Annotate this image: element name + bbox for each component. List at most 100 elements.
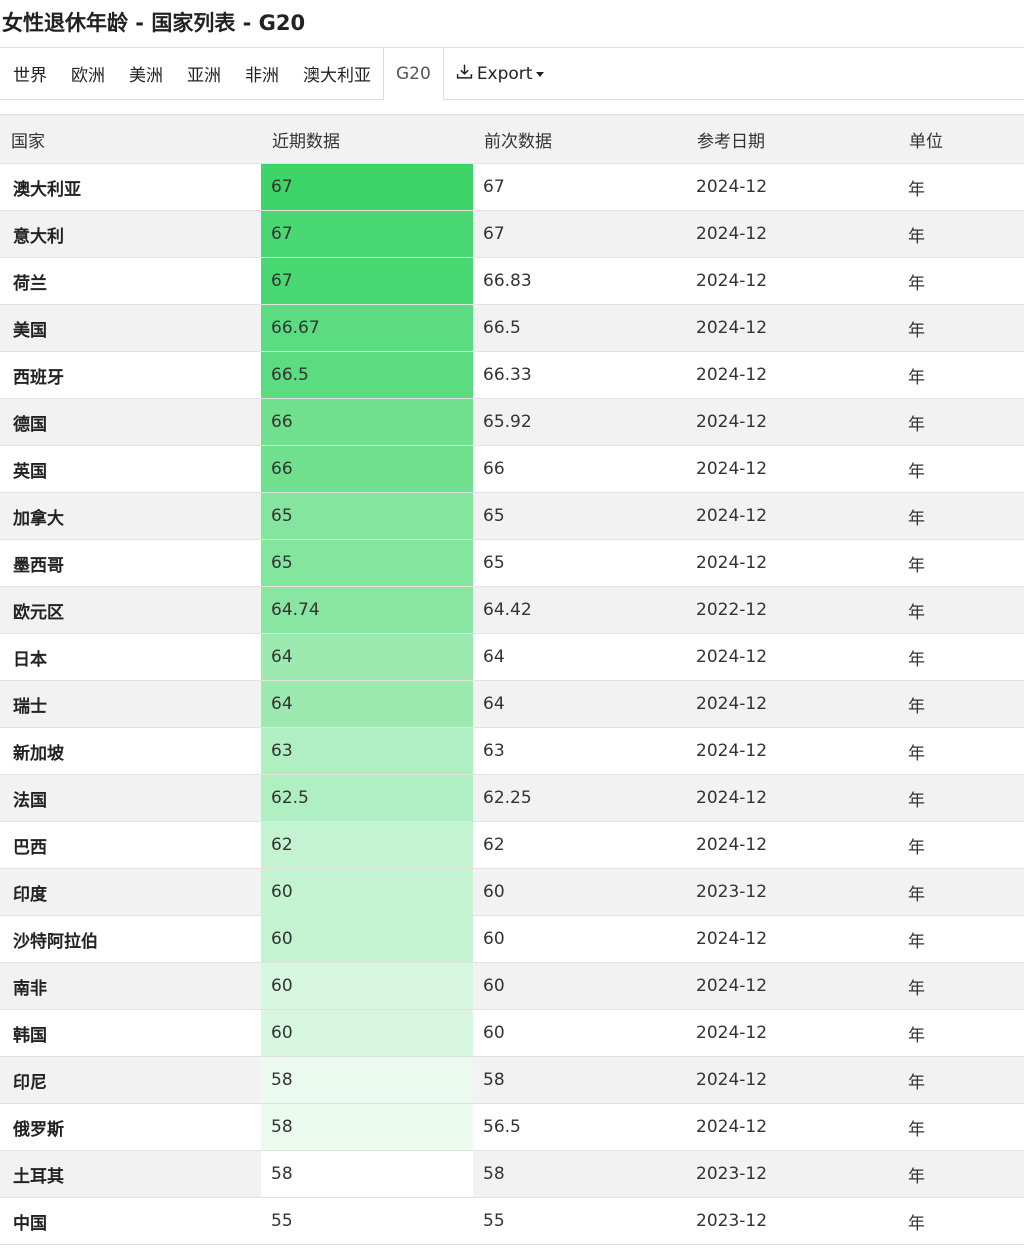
country-link[interactable]: 法国 — [0, 774, 261, 822]
table-row[interactable]: 意大利 67 67 2024-12 年 — [0, 210, 1024, 258]
table-row[interactable]: 日本 64 64 2024-12 年 — [0, 633, 1024, 681]
reference-date: 2024-12 — [686, 915, 898, 963]
unit-label: 年 — [898, 1103, 1024, 1151]
reference-date: 2024-12 — [686, 1056, 898, 1104]
previous-value: 65 — [473, 539, 686, 587]
tab-asia[interactable]: 亚洲 — [175, 48, 233, 99]
latest-value: 65 — [261, 492, 473, 540]
country-link[interactable]: 欧元区 — [0, 586, 261, 634]
header-latest[interactable]: 近期数据 — [261, 114, 473, 164]
header-previous[interactable]: 前次数据 — [473, 114, 686, 164]
tab-americas[interactable]: 美洲 — [117, 48, 175, 99]
table-row[interactable]: 瑞士 64 64 2024-12 年 — [0, 680, 1024, 728]
country-link[interactable]: 新加坡 — [0, 727, 261, 775]
table-row[interactable]: 沙特阿拉伯 60 60 2024-12 年 — [0, 915, 1024, 963]
latest-value: 64.74 — [261, 586, 473, 634]
export-dropdown-button[interactable]: Export — [444, 48, 557, 99]
previous-value: 66.5 — [473, 304, 686, 352]
latest-value: 62.5 — [261, 774, 473, 822]
country-link[interactable]: 沙特阿拉伯 — [0, 915, 261, 963]
header-country[interactable]: 国家 — [0, 114, 261, 164]
table-row[interactable]: 新加坡 63 63 2024-12 年 — [0, 727, 1024, 775]
reference-date: 2023-12 — [686, 1150, 898, 1198]
table-row[interactable]: 印度 60 60 2023-12 年 — [0, 868, 1024, 916]
country-link[interactable]: 印度 — [0, 868, 261, 916]
latest-value: 65 — [261, 539, 473, 587]
latest-value: 55 — [261, 1197, 473, 1245]
table-row[interactable]: 荷兰 67 66.83 2024-12 年 — [0, 257, 1024, 305]
table-row[interactable]: 南非 60 60 2024-12 年 — [0, 962, 1024, 1010]
latest-value: 64 — [261, 633, 473, 681]
tab-world[interactable]: 世界 — [0, 48, 59, 99]
latest-value: 67 — [261, 257, 473, 305]
table-row[interactable]: 澳大利亚 67 67 2024-12 年 — [0, 163, 1024, 211]
table-row[interactable]: 西班牙 66.5 66.33 2024-12 年 — [0, 351, 1024, 399]
latest-value: 66.67 — [261, 304, 473, 352]
latest-value: 63 — [261, 727, 473, 775]
previous-value: 62.25 — [473, 774, 686, 822]
tab-australia[interactable]: 澳大利亚 — [291, 48, 383, 99]
reference-date: 2024-12 — [686, 1103, 898, 1151]
unit-label: 年 — [898, 445, 1024, 493]
reference-date: 2023-12 — [686, 868, 898, 916]
table-row[interactable]: 印尼 58 58 2024-12 年 — [0, 1056, 1024, 1104]
table-row[interactable]: 德国 66 65.92 2024-12 年 — [0, 398, 1024, 446]
latest-value: 62 — [261, 821, 473, 869]
previous-value: 66.83 — [473, 257, 686, 305]
header-unit[interactable]: 单位 — [898, 114, 1024, 164]
country-link[interactable]: 印尼 — [0, 1056, 261, 1104]
country-link[interactable]: 美国 — [0, 304, 261, 352]
previous-value: 62 — [473, 821, 686, 869]
table-row[interactable]: 加拿大 65 65 2024-12 年 — [0, 492, 1024, 540]
country-link[interactable]: 日本 — [0, 633, 261, 681]
country-link[interactable]: 瑞士 — [0, 680, 261, 728]
reference-date: 2024-12 — [686, 727, 898, 775]
unit-label: 年 — [898, 915, 1024, 963]
latest-value: 60 — [261, 962, 473, 1010]
table-row[interactable]: 中国 55 55 2023-12 年 — [0, 1197, 1024, 1245]
table-row[interactable]: 巴西 62 62 2024-12 年 — [0, 821, 1024, 869]
table-row[interactable]: 英国 66 66 2024-12 年 — [0, 445, 1024, 493]
unit-label: 年 — [898, 774, 1024, 822]
tab-europe[interactable]: 欧洲 — [59, 48, 117, 99]
table-row[interactable]: 土耳其 58 58 2023-12 年 — [0, 1150, 1024, 1198]
country-link[interactable]: 墨西哥 — [0, 539, 261, 587]
reference-date: 2024-12 — [686, 257, 898, 305]
latest-value: 66.5 — [261, 351, 473, 399]
table-row[interactable]: 欧元区 64.74 64.42 2022-12 年 — [0, 586, 1024, 634]
tab-g20[interactable]: G20 — [383, 48, 444, 100]
country-link[interactable]: 巴西 — [0, 821, 261, 869]
unit-label: 年 — [898, 398, 1024, 446]
country-link[interactable]: 俄罗斯 — [0, 1103, 261, 1151]
country-link[interactable]: 韩国 — [0, 1009, 261, 1057]
latest-value: 66 — [261, 398, 473, 446]
country-link[interactable]: 中国 — [0, 1197, 261, 1245]
previous-value: 63 — [473, 727, 686, 775]
country-link[interactable]: 荷兰 — [0, 257, 261, 305]
previous-value: 60 — [473, 1009, 686, 1057]
table-row[interactable]: 美国 66.67 66.5 2024-12 年 — [0, 304, 1024, 352]
country-link[interactable]: 意大利 — [0, 210, 261, 258]
unit-label: 年 — [898, 727, 1024, 775]
table-row[interactable]: 法国 62.5 62.25 2024-12 年 — [0, 774, 1024, 822]
table-row[interactable]: 俄罗斯 58 56.5 2024-12 年 — [0, 1103, 1024, 1151]
reference-date: 2023-12 — [686, 1197, 898, 1245]
previous-value: 64.42 — [473, 586, 686, 634]
reference-date: 2024-12 — [686, 1009, 898, 1057]
country-link[interactable]: 加拿大 — [0, 492, 261, 540]
table-row[interactable]: 墨西哥 65 65 2024-12 年 — [0, 539, 1024, 587]
previous-value: 67 — [473, 210, 686, 258]
country-link[interactable]: 南非 — [0, 962, 261, 1010]
unit-label: 年 — [898, 821, 1024, 869]
country-link[interactable]: 西班牙 — [0, 351, 261, 399]
country-link[interactable]: 土耳其 — [0, 1150, 261, 1198]
country-link[interactable]: 德国 — [0, 398, 261, 446]
table-row[interactable]: 韩国 60 60 2024-12 年 — [0, 1009, 1024, 1057]
previous-value: 60 — [473, 868, 686, 916]
country-link[interactable]: 英国 — [0, 445, 261, 493]
tab-africa[interactable]: 非洲 — [233, 48, 291, 99]
latest-value: 58 — [261, 1103, 473, 1151]
country-link[interactable]: 澳大利亚 — [0, 163, 261, 211]
previous-value: 65.92 — [473, 398, 686, 446]
header-date[interactable]: 参考日期 — [686, 114, 898, 164]
